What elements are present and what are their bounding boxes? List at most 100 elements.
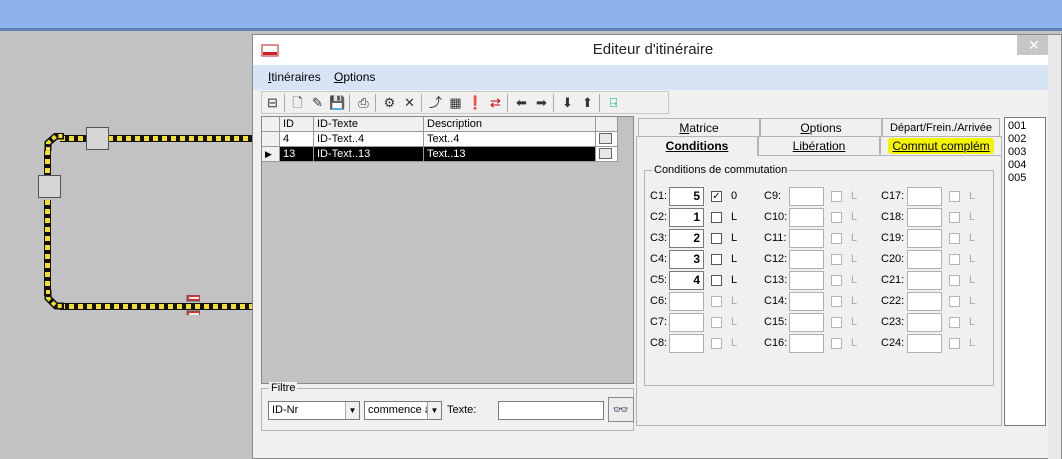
condition-value-input[interactable] xyxy=(789,313,824,332)
arrow-right-icon[interactable]: ➡ xyxy=(533,95,550,111)
condition-value-input[interactable] xyxy=(907,229,942,248)
condition-value-input[interactable]: 2 xyxy=(669,229,704,248)
condition-value-input[interactable] xyxy=(789,250,824,269)
cell-id[interactable]: 13 xyxy=(280,147,314,162)
condition-checkbox[interactable] xyxy=(711,212,722,223)
cell-id-texte[interactable]: ID-Text..13 xyxy=(314,147,424,162)
list-item[interactable]: 001 xyxy=(1008,120,1026,133)
condition-checkbox[interactable] xyxy=(949,233,960,244)
close-button[interactable]: ✕ xyxy=(1017,35,1051,55)
column-header-id-texte[interactable]: ID-Texte xyxy=(314,117,424,132)
tab-liberation[interactable]: Libération xyxy=(758,136,880,155)
condition-checkbox[interactable] xyxy=(831,212,842,223)
condition-checkbox[interactable] xyxy=(711,275,722,286)
menu-options[interactable]: Options xyxy=(334,70,375,84)
condition-checkbox[interactable] xyxy=(949,254,960,265)
exit-icon[interactable]: ⍈ xyxy=(605,95,622,111)
tab-options[interactable]: Options xyxy=(760,118,882,137)
condition-value-input[interactable] xyxy=(907,250,942,269)
condition-checkbox[interactable] xyxy=(949,191,960,202)
condition-value-input[interactable] xyxy=(907,292,942,311)
tab-commut-complem[interactable]: Commut complém xyxy=(880,136,1002,155)
condition-checkbox[interactable] xyxy=(711,296,722,307)
arrow-up-icon[interactable]: ⬆ xyxy=(579,95,596,111)
condition-checkbox[interactable]: ✓ xyxy=(711,191,722,202)
condition-checkbox[interactable] xyxy=(949,317,960,328)
search-button[interactable]: 👓 xyxy=(608,397,634,422)
grid-icon[interactable]: ▦ xyxy=(447,95,464,111)
table-row-selected[interactable]: ▶ 13 ID-Text..13 Text..13 xyxy=(262,147,633,162)
condition-value-input[interactable] xyxy=(789,334,824,353)
alert-icon[interactable]: ❗ xyxy=(467,95,484,111)
save-icon[interactable]: 💾 xyxy=(329,95,346,111)
tree-icon[interactable]: ⊟ xyxy=(264,95,281,111)
condition-checkbox[interactable] xyxy=(949,296,960,307)
condition-checkbox[interactable] xyxy=(831,338,842,349)
row-indicator[interactable] xyxy=(262,132,280,147)
track-block-left[interactable] xyxy=(38,175,61,198)
cell-id[interactable]: 4 xyxy=(280,132,314,147)
arrow-left-icon[interactable]: ⬅ xyxy=(513,95,530,111)
filter-mode-select[interactable]: commence à ▼ xyxy=(364,401,442,420)
edit-row-icon[interactable] xyxy=(599,148,612,159)
cell-id-texte[interactable]: ID-Text..4 xyxy=(314,132,424,147)
condition-value-input[interactable] xyxy=(669,292,704,311)
condition-checkbox[interactable] xyxy=(831,254,842,265)
route-icon[interactable]: ⤴ xyxy=(427,95,444,111)
row-pointer-icon[interactable]: ▶ xyxy=(262,147,280,162)
filter-text-input[interactable] xyxy=(498,401,604,420)
track-segment-bottom[interactable] xyxy=(60,303,252,310)
menu-itineraires[interactable]: Itinéraires xyxy=(268,70,321,84)
route-number-list[interactable]: 001 002 003 004 005 xyxy=(1004,117,1046,426)
condition-value-input[interactable] xyxy=(669,313,704,332)
list-item[interactable]: 003 xyxy=(1008,146,1026,159)
list-item[interactable]: 002 xyxy=(1008,133,1026,146)
tab-depart-frein-arrivee[interactable]: Départ/Frein./Arrivée xyxy=(882,118,1000,137)
condition-value-input[interactable] xyxy=(907,208,942,227)
condition-value-input[interactable]: 5 xyxy=(669,187,704,206)
condition-value-input[interactable] xyxy=(789,292,824,311)
condition-checkbox[interactable] xyxy=(711,338,722,349)
condition-checkbox[interactable] xyxy=(711,254,722,265)
condition-checkbox[interactable] xyxy=(831,275,842,286)
condition-checkbox[interactable] xyxy=(949,338,960,349)
swap-icon[interactable]: ⇄ xyxy=(487,95,504,111)
list-item[interactable]: 004 xyxy=(1008,159,1026,172)
condition-value-input[interactable] xyxy=(789,271,824,290)
condition-value-input[interactable] xyxy=(907,187,942,206)
condition-checkbox[interactable] xyxy=(831,317,842,328)
print-icon[interactable]: ⎙ xyxy=(355,95,372,111)
track-segment-left-lower[interactable] xyxy=(44,200,51,296)
table-row[interactable]: 4 ID-Text..4 Text..4 xyxy=(262,132,633,147)
condition-checkbox[interactable] xyxy=(831,191,842,202)
column-header-id[interactable]: ID xyxy=(280,117,314,132)
condition-checkbox[interactable] xyxy=(711,317,722,328)
tab-conditions[interactable]: Conditions xyxy=(636,136,758,156)
column-header-description[interactable]: Description xyxy=(424,117,596,132)
edit-doc-icon[interactable]: ✎ xyxy=(309,95,326,111)
condition-value-input[interactable] xyxy=(907,334,942,353)
condition-checkbox[interactable] xyxy=(949,275,960,286)
chevron-down-icon[interactable]: ▼ xyxy=(427,402,441,419)
tab-matrice[interactable]: Matrice xyxy=(638,118,760,137)
condition-value-input[interactable] xyxy=(789,229,824,248)
vertical-scrollbar[interactable] xyxy=(1048,35,1061,459)
list-item[interactable]: 005 xyxy=(1008,172,1026,185)
condition-value-input[interactable] xyxy=(669,334,704,353)
condition-value-input[interactable] xyxy=(789,187,824,206)
condition-checkbox[interactable] xyxy=(831,233,842,244)
delete-icon[interactable]: ✕ xyxy=(401,95,418,111)
condition-checkbox[interactable] xyxy=(711,233,722,244)
filter-field-select[interactable]: ID-Nr ▼ xyxy=(268,401,360,420)
chevron-down-icon[interactable]: ▼ xyxy=(345,402,359,419)
condition-value-input[interactable]: 1 xyxy=(669,208,704,227)
cell-description[interactable]: Text..4 xyxy=(424,132,596,147)
column-header-edit[interactable] xyxy=(596,117,618,132)
condition-checkbox[interactable] xyxy=(831,296,842,307)
condition-value-input[interactable] xyxy=(907,271,942,290)
track-segment-top-left[interactable] xyxy=(60,135,88,142)
signal-icon[interactable] xyxy=(186,295,200,315)
dialog-title-bar[interactable]: Editeur d'itinéraire ✕ xyxy=(253,35,1061,65)
arrow-down-icon[interactable]: ⬇ xyxy=(559,95,576,111)
condition-value-input[interactable]: 3 xyxy=(669,250,704,269)
